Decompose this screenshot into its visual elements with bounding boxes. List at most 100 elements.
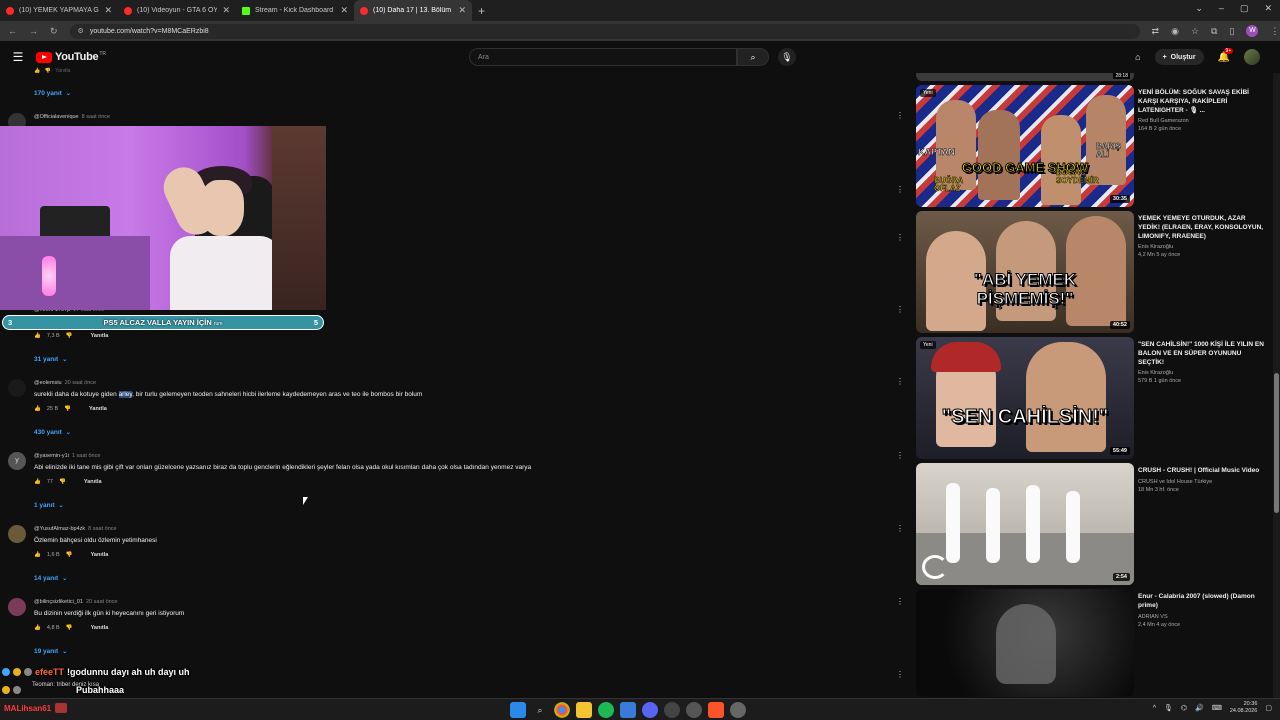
commenter-avatar[interactable] (8, 525, 26, 543)
replies-toggle[interactable]: 170 yanıt ⌄ (34, 90, 71, 97)
settings-icon[interactable] (730, 702, 746, 718)
video-title[interactable]: YEMEK YEMEYE OTURDUK, AZAR YEDİK! (ELRAE… (1138, 215, 1268, 241)
vpn-icon[interactable] (620, 702, 636, 718)
maximize-icon[interactable]: ▢ (1240, 3, 1249, 14)
reply-button[interactable]: Yanıtla (91, 552, 109, 558)
search-button[interactable]: ⌕ (737, 48, 769, 66)
dislike-icon[interactable]: 👎 (66, 552, 73, 558)
channel-name[interactable]: CRUSH ve Idol House Türkiye (1138, 479, 1268, 485)
scrollbar-thumb[interactable] (1274, 373, 1279, 513)
network-icon[interactable]: ⌬ (1181, 704, 1187, 712)
video-title[interactable]: Enur - Calabria 2007 (slowed) (Damon pri… (1138, 593, 1268, 611)
voice-search-button[interactable]: 🎙 (778, 48, 796, 66)
video-title[interactable]: YENİ BÖLÜM: SOĞUK SAVAŞ EKİBİ KARŞI KARŞ… (1138, 89, 1268, 115)
file-explorer-icon[interactable] (576, 702, 592, 718)
channel-name[interactable]: Red Bull Gamerszon (1138, 118, 1268, 124)
hamburger-menu-icon[interactable]: ☰ (0, 50, 36, 64)
recommended-video[interactable]: 2:54 CRUSH - CRUSH! | Official Music Vid… (916, 463, 1272, 585)
forward-icon[interactable]: → (29, 26, 38, 37)
translate-icon[interactable]: ⇄ (1152, 26, 1160, 37)
like-icon[interactable]: 👍 (34, 552, 41, 558)
reload-icon[interactable]: ↻ (50, 26, 58, 37)
recommended-video[interactable]: "ABİ YEMEK PİŞMEMİŞ!" 40:52 YEMEK YEMEYE… (916, 211, 1272, 333)
comment-more-icon[interactable]: ⋮ (896, 185, 904, 194)
split-view-icon[interactable]: ▯ (1229, 26, 1234, 37)
video-thumbnail[interactable]: Yeni "SEN CAHİLSİN!" 55:49 (916, 337, 1134, 459)
notifications-button[interactable]: 🔔 9+ (1218, 47, 1234, 63)
browser-tab[interactable]: (10) YEMEK YAPMAYA GELDİK ✕ (0, 0, 118, 21)
mic-tray-icon[interactable]: 🎙 (1164, 704, 1173, 712)
volume-icon[interactable]: 🔊 (1195, 704, 1204, 712)
comment-author[interactable]: @yasemin-y1i (34, 453, 69, 459)
reply-button[interactable]: Yanıtla (84, 479, 102, 485)
new-tab-icon[interactable]: + (472, 4, 491, 18)
obs-icon[interactable] (664, 702, 680, 718)
replies-toggle[interactable]: 1 yanıt ⌄ (34, 502, 64, 509)
comment-author[interactable]: @Officialavenique (34, 114, 79, 120)
like-icon[interactable]: 👍 (34, 479, 41, 485)
tray-expand-icon[interactable]: ^ (1153, 705, 1156, 712)
tab-close-icon[interactable]: ✕ (222, 5, 230, 16)
replies-toggle[interactable]: 31 yanıt ⌄ (34, 356, 67, 363)
commenter-avatar[interactable] (8, 598, 26, 616)
comment-more-icon[interactable]: ⋮ (896, 111, 904, 120)
replies-toggle[interactable]: 19 yanıt ⌄ (34, 648, 67, 655)
video-thumbnail[interactable]: Yeni GOOD GAME SHOW KAPTAN BUĞRA OFLAZ B… (916, 85, 1134, 207)
chrome-icon[interactable] (554, 702, 570, 718)
recommended-video[interactable]: Yeni GOOD GAME SHOW KAPTAN BUĞRA OFLAZ B… (916, 85, 1272, 207)
puzzle-icon[interactable]: ⧉ (1211, 26, 1217, 37)
replies-toggle[interactable]: 430 yanıt ⌄ (34, 429, 71, 436)
video-thumbnail[interactable]: 2:54 (916, 463, 1134, 585)
tab-close-icon[interactable]: ✕ (458, 5, 466, 16)
comment-more-icon[interactable]: ⋮ (896, 524, 904, 533)
profile-avatar[interactable]: W (1246, 25, 1259, 37)
reply-button[interactable]: Yanıtla (89, 406, 107, 412)
channel-name[interactable]: Enis Kirazoğlu (1138, 244, 1268, 250)
tab-close-icon[interactable]: ✕ (340, 5, 348, 16)
back-icon[interactable]: ← (8, 26, 17, 37)
search-icon[interactable]: ⌕ (532, 702, 548, 718)
recommended-video[interactable]: Yeni "SEN CAHİLSİN!" 55:49 "SEN CAHİLSİN… (916, 337, 1272, 459)
channel-name[interactable]: Enis Kirazoğlu (1138, 370, 1268, 376)
video-title[interactable]: CRUSH - CRUSH! | Official Music Video (1138, 467, 1268, 476)
comment-more-icon[interactable]: ⋮ (896, 305, 904, 314)
cast-icon[interactable]: ⌂ (1135, 52, 1140, 62)
windows-start-icon[interactable] (510, 702, 526, 718)
comment-more-icon[interactable]: ⋮ (896, 451, 904, 460)
commenter-avatar[interactable]: y (8, 452, 26, 470)
video-thumbnail[interactable] (916, 589, 1134, 697)
notifications-tray-icon[interactable]: ▢ (1265, 704, 1272, 712)
replies-toggle[interactable]: 14 yanıt ⌄ (34, 575, 67, 582)
app-icon[interactable] (686, 702, 702, 718)
tab-close-icon[interactable]: ✕ (104, 5, 112, 16)
dislike-icon[interactable]: 👎 (66, 625, 73, 631)
comment-author[interactable]: @YusufAlmaz-bp4zk (34, 526, 85, 532)
comment-more-icon[interactable]: ⋮ (896, 670, 904, 679)
like-icon[interactable]: 👍 (34, 333, 41, 339)
comment-more-icon[interactable]: ⋮ (896, 233, 904, 242)
browser-tab[interactable]: Stream - Kick Dashboard ✕ (236, 0, 354, 21)
keyboard-icon[interactable]: ⌨ (1212, 704, 1222, 712)
youtube-logo[interactable]: YouTube TR (36, 51, 106, 63)
reply-button[interactable]: Yanıtla (91, 625, 109, 631)
like-icon[interactable]: 👍 (34, 406, 41, 412)
minimize-icon[interactable]: – (1219, 3, 1224, 14)
page-scrollbar[interactable] (1273, 73, 1280, 698)
reply-button[interactable]: Yanıtla (91, 333, 109, 339)
site-info-icon[interactable]: ⚙ (78, 27, 84, 35)
video-thumbnail[interactable]: "ABİ YEMEK PİŞMEMİŞ!" 40:52 (916, 211, 1134, 333)
tab-search-icon[interactable]: ⌄ (1195, 3, 1203, 14)
search-input[interactable] (469, 48, 737, 66)
dislike-icon[interactable]: 👎 (59, 479, 66, 485)
comment-author[interactable]: @bilinçsizliketici_01 (34, 599, 83, 605)
clock[interactable]: 20:36 24.08.2026 (1230, 701, 1258, 715)
recommended-video[interactable]: Enur - Calabria 2007 (slowed) (Damon pri… (916, 589, 1272, 697)
bookmark-star-icon[interactable]: ☆ (1191, 26, 1199, 37)
comment-more-icon[interactable]: ⋮ (896, 597, 904, 606)
discord-icon[interactable] (642, 702, 658, 718)
close-window-icon[interactable]: ✕ (1264, 3, 1272, 14)
dislike-icon[interactable]: 👎 (64, 406, 71, 412)
dislike-icon[interactable]: 👎 (66, 333, 73, 339)
spotify-icon[interactable] (598, 702, 614, 718)
channel-name[interactable]: ADRIAN VS (1138, 614, 1268, 620)
